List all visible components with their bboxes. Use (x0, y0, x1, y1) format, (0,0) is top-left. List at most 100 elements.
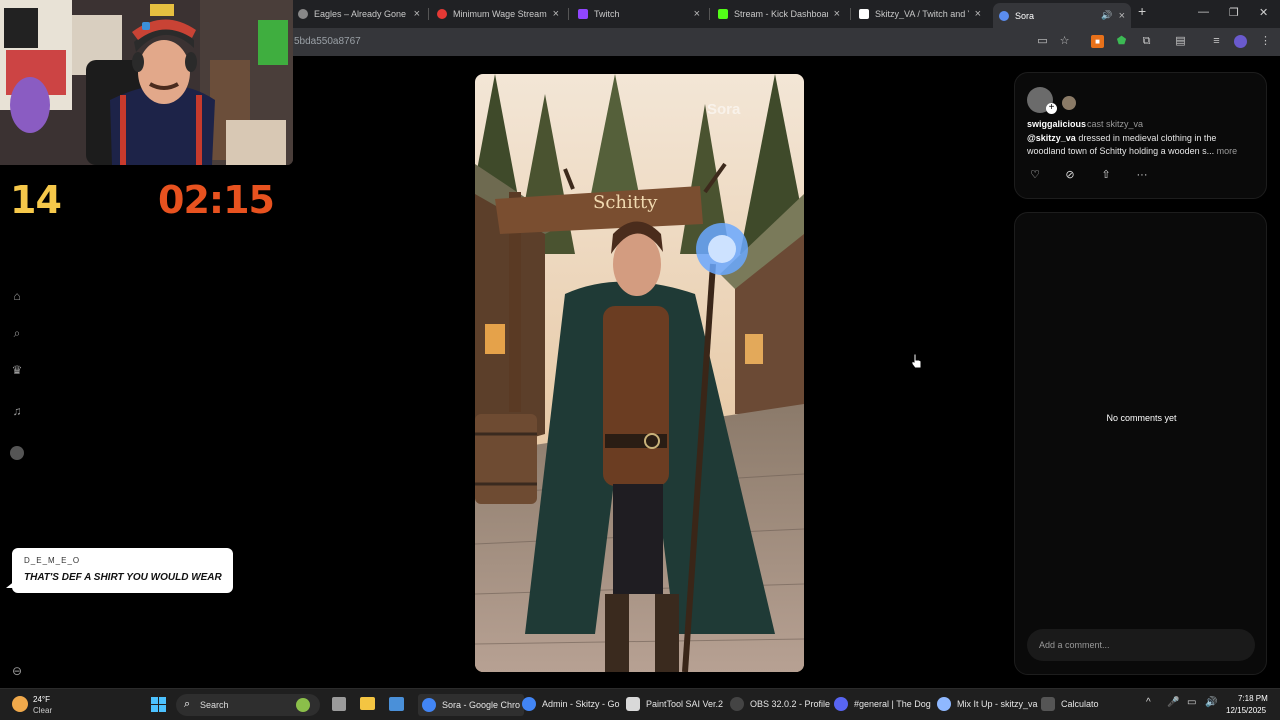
extension-orange-icon[interactable]: ■ (1091, 35, 1104, 48)
tab-minimum-wage[interactable]: Minimum Wage Stream! $ × (431, 3, 565, 25)
tab-kick-dashboard[interactable]: Stream - Kick Dashboard × (712, 3, 846, 25)
taskbar-app-obs[interactable]: OBS 32.0.2 - Profile (730, 697, 830, 711)
taskbar-app-mixitup[interactable]: Mix It Up - skitzy_va (937, 697, 1038, 711)
empty-comments-text: No comments yet (1106, 413, 1177, 423)
heart-icon[interactable]: ♡ (1028, 168, 1042, 182)
close-icon[interactable]: × (553, 8, 559, 20)
chrome-icon (522, 697, 536, 711)
more-link[interactable]: more (1217, 146, 1238, 156)
taskbar-app-label: Mix It Up - skitzy_va (957, 699, 1038, 709)
profile-avatar-icon[interactable] (10, 446, 24, 460)
sidepanel-icon[interactable]: ▤ (1174, 35, 1187, 48)
kebab-menu-icon[interactable]: ⋮ (1259, 35, 1272, 48)
tab-separator (850, 8, 851, 20)
close-icon[interactable]: × (1119, 10, 1125, 22)
file-explorer-icon[interactable] (360, 697, 375, 710)
bookmark-star-icon[interactable]: ☆ (1058, 35, 1071, 48)
restore-icon[interactable]: ❐ (1229, 6, 1239, 19)
taskbar-app-calculator[interactable]: Calculato (1041, 697, 1099, 711)
profile-avatar-icon[interactable] (1234, 35, 1247, 48)
webcam-overlay (0, 0, 293, 165)
moon-weather-icon[interactable] (12, 696, 28, 712)
taskbar-app-painttool[interactable]: PaintTool SAI Ver.2 (626, 697, 723, 711)
minimize-icon[interactable]: — (1198, 6, 1209, 18)
settings-circle-icon[interactable]: ⊖ (10, 664, 24, 678)
close-icon[interactable]: × (414, 8, 420, 20)
puzzle-icon[interactable]: ⧉ (1140, 35, 1153, 48)
microphone-icon[interactable]: 🎤 (1167, 697, 1179, 708)
chat-message-text: THAT'S DEF A SHIRT YOU WOULD WEAR (24, 572, 222, 583)
search-label: Search (200, 700, 229, 710)
tab-favicon-icon (298, 9, 308, 19)
share-icon[interactable]: ⇧ (1099, 168, 1113, 182)
calculator-icon (1041, 697, 1055, 711)
tab-eagles[interactable]: Eagles – Already Gone Lyr × (292, 3, 426, 25)
tab-separator (568, 8, 569, 20)
kick-icon (718, 9, 728, 19)
caption-mention[interactable]: @skitzy_va (1027, 133, 1076, 143)
taskbar-search[interactable]: ⌕ Search (176, 694, 320, 716)
tab-title: Eagles – Already Gone Lyr (314, 9, 408, 19)
clock-time[interactable]: 7:18 PM (1238, 694, 1268, 703)
tab-skitzy-va[interactable]: Skitzy_VA / Twitch and Yo × (853, 3, 987, 25)
weather-temp[interactable]: 24°F (33, 695, 50, 704)
painttool-icon (626, 697, 640, 711)
webcam-picture (0, 0, 293, 165)
tab-separator (709, 8, 710, 20)
taskbar-app-sora[interactable]: Sora - Google Chro (418, 694, 525, 716)
bubble-tail (6, 580, 16, 588)
tab-title: Stream - Kick Dashboard (734, 9, 828, 19)
chat-message-bubble: D_E_M_E_O THAT'S DEF A SHIRT YOU WOULD W… (6, 548, 233, 593)
window-close-icon[interactable]: ✕ (1259, 6, 1268, 19)
close-icon[interactable]: × (834, 8, 840, 20)
cameo-avatar[interactable] (1062, 96, 1076, 110)
close-icon[interactable]: × (975, 8, 981, 20)
comment-input[interactable] (1027, 629, 1255, 661)
remix-icon[interactable]: ⊘ (1063, 168, 1077, 182)
tab-twitch[interactable]: Twitch × (572, 3, 706, 25)
comments-panel: No comments yet (1014, 212, 1267, 675)
windows-taskbar: 24°F Clear ⌕ Search Sora - Google Chro A… (0, 688, 1280, 720)
clock-date[interactable]: 12/15/2025 (1226, 706, 1266, 715)
photos-icon[interactable] (389, 697, 404, 711)
youtube-icon (437, 9, 447, 19)
search-icon: ⌕ (184, 698, 191, 710)
network-icon[interactable]: ▭ (1187, 697, 1196, 708)
task-view-icon[interactable] (332, 697, 346, 711)
home-icon[interactable]: ⌂ (10, 289, 24, 303)
post-cast-label[interactable]: cast skitzy_va (1087, 119, 1143, 129)
cast-icon[interactable]: ▭ (1036, 35, 1049, 48)
tab-title: Minimum Wage Stream! $ (453, 9, 547, 19)
taskbar-app-label: OBS 32.0.2 - Profile (750, 699, 831, 709)
sora-video-player[interactable]: Schitty Sora (475, 74, 804, 672)
more-icon[interactable]: ··· (1135, 168, 1149, 182)
speaker-icon[interactable]: 🔊 (1101, 10, 1112, 21)
search-icon[interactable]: ⌕ (10, 326, 24, 340)
close-icon[interactable]: × (694, 8, 700, 20)
taskbar-app-admin[interactable]: Admin - Skitzy - Go (522, 697, 620, 711)
stream-timer: 02:15 (158, 178, 275, 222)
tab-title: Sora (1015, 10, 1035, 21)
hand-cursor-icon (911, 353, 922, 369)
bell-icon[interactable]: ♫ (10, 404, 24, 418)
chevron-up-icon[interactable]: ^ (1146, 697, 1151, 708)
weather-desc[interactable]: Clear (33, 706, 52, 715)
discord-icon (834, 697, 848, 711)
post-username[interactable]: swiggalicious (1027, 119, 1086, 129)
taskbar-app-label: Calculato (1061, 699, 1099, 709)
post-caption: @skitzy_va dressed in medieval clothing … (1027, 132, 1257, 158)
shield-icon[interactable]: ⬟ (1115, 35, 1128, 48)
sign-text: Schitty (593, 192, 658, 213)
taskbar-app-label: #general | The Dog (854, 699, 931, 709)
volume-icon[interactable]: 🔊 (1205, 697, 1217, 708)
tab-sora[interactable]: Sora 🔊 × (993, 3, 1131, 28)
tab-title: Twitch (594, 9, 620, 19)
windows-start-icon[interactable] (151, 697, 166, 712)
url-text[interactable]: 5bda550a8767 (294, 36, 361, 47)
media-queue-icon[interactable]: ≡ (1210, 35, 1223, 48)
new-tab-plus-icon[interactable]: + (1138, 3, 1146, 19)
follow-plus-icon[interactable]: + (1046, 103, 1057, 114)
trophy-icon[interactable]: ♛ (10, 363, 24, 377)
search-highlight-icon (296, 698, 310, 712)
taskbar-app-discord[interactable]: #general | The Dog (834, 697, 931, 711)
